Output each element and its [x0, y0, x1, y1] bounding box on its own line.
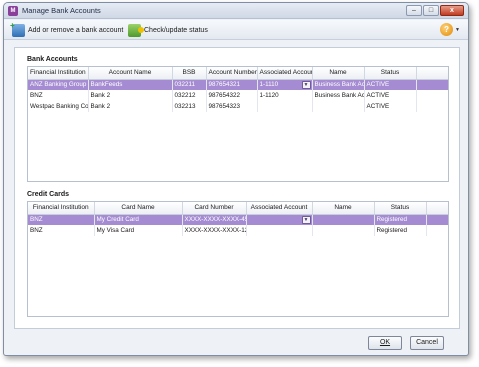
- cell-associated-account[interactable]: 1-1120: [257, 90, 313, 101]
- cell-filler: [416, 79, 448, 90]
- column-header-card-name[interactable]: Card Name: [94, 202, 183, 215]
- check-update-label: Check/update status: [144, 26, 208, 34]
- column-header-filler: [416, 67, 448, 80]
- ok-button-label: OK: [379, 339, 391, 346]
- maximize-button[interactable]: □: [423, 5, 439, 16]
- cell-account-name: Bank 2: [88, 90, 173, 101]
- cell-name: Business Bank Acco: [312, 79, 365, 90]
- cell-account-number: 987654323: [206, 101, 258, 112]
- ok-button[interactable]: OK: [368, 336, 402, 350]
- column-header-filler: [426, 202, 448, 215]
- cell-card-number: XXXX-XXXX-XXXX-1234: [182, 225, 247, 236]
- column-header-associated-account[interactable]: Associated Account: [257, 67, 313, 80]
- cell-card-number: XXXX-XXXX-XXXX-4567: [182, 214, 247, 225]
- toolbar: Add or remove a bank account Check/updat…: [4, 20, 468, 40]
- close-button[interactable]: x: [440, 5, 464, 16]
- cell-name: [312, 214, 375, 225]
- column-header-status[interactable]: Status: [374, 202, 427, 215]
- cell-account-number: 987654321: [206, 79, 258, 90]
- cell-bsb: 032211: [172, 79, 207, 90]
- column-header-financial-institution[interactable]: Financial Institution: [28, 202, 95, 215]
- cell-financial-institution: BNZ: [28, 90, 89, 101]
- cell-associated-account[interactable]: [257, 101, 313, 112]
- chevron-down-icon[interactable]: ▼: [301, 215, 311, 224]
- table-row[interactable]: BNZ My Visa Card XXXX-XXXX-XXXX-1234 Reg…: [28, 225, 448, 236]
- cell-bsb: 032213: [172, 101, 207, 112]
- cell-name: Business Bank Acco: [312, 90, 365, 101]
- add-remove-label: Add or remove a bank account: [28, 26, 124, 34]
- cell-filler: [416, 90, 448, 101]
- cancel-button-label: Cancel: [416, 339, 438, 346]
- cell-associated-account: 1-1110: [259, 81, 279, 89]
- table-row[interactable]: ANZ Banking Group BankFeeds 032211 98765…: [28, 79, 448, 90]
- cell-status: ACTIVE: [364, 90, 417, 101]
- content-panel: Bank Accounts Financial Institution Acco…: [14, 47, 460, 329]
- cell-card-name: My Credit Card: [94, 214, 183, 225]
- title-bar[interactable]: M Manage Bank Accounts – □ x: [4, 3, 468, 19]
- table-row[interactable]: Westpac Banking Corporat Bank 2 032213 9…: [28, 101, 448, 112]
- column-header-account-name[interactable]: Account Name: [88, 67, 173, 80]
- credit-cards-grid[interactable]: Financial Institution Card Name Card Num…: [27, 201, 449, 317]
- column-header-card-number[interactable]: Card Number: [182, 202, 247, 215]
- minimize-button[interactable]: –: [406, 5, 422, 16]
- column-header-bsb[interactable]: BSB: [172, 67, 207, 80]
- column-header-name[interactable]: Name: [312, 67, 365, 80]
- cell-financial-institution: BNZ: [28, 225, 95, 236]
- app-icon: M: [8, 6, 18, 16]
- column-header-status[interactable]: Status: [364, 67, 417, 80]
- chevron-down-icon[interactable]: ▼: [301, 80, 311, 89]
- table-row[interactable]: BNZ Bank 2 032212 987654322 1-1120 Busin…: [28, 90, 448, 101]
- cell-status: Registered: [374, 225, 427, 236]
- help-icon: ?: [440, 23, 454, 36]
- table-row[interactable]: BNZ My Credit Card XXXX-XXXX-XXXX-4567 ▼…: [28, 214, 448, 225]
- column-header-financial-institution[interactable]: Financial Institution: [28, 67, 89, 80]
- check-update-status-button[interactable]: Check/update status: [128, 23, 208, 37]
- cell-financial-institution: ANZ Banking Group: [28, 79, 89, 90]
- status-icon: [128, 23, 144, 37]
- cell-filler: [426, 214, 448, 225]
- cell-account-name: Bank 2: [88, 101, 173, 112]
- column-header-associated-account[interactable]: Associated Account: [246, 202, 313, 215]
- cell-financial-institution: BNZ: [28, 214, 95, 225]
- cell-name: [312, 225, 375, 236]
- cell-bsb: 032212: [172, 90, 207, 101]
- cell-status: ACTIVE: [364, 79, 417, 90]
- cell-account-name: BankFeeds: [88, 79, 173, 90]
- bank-accounts-grid[interactable]: Financial Institution Account Name BSB A…: [27, 66, 449, 182]
- cell-status: ACTIVE: [364, 101, 417, 112]
- cell-filler: [416, 101, 448, 112]
- add-remove-bank-account-button[interactable]: Add or remove a bank account: [10, 21, 124, 37]
- window-title: Manage Bank Accounts: [22, 6, 101, 15]
- chevron-down-icon: ▼: [455, 26, 460, 33]
- associated-account-dropdown[interactable]: 1-1110 ▼: [257, 79, 313, 90]
- cell-status: Registered: [374, 214, 427, 225]
- cell-name: [312, 101, 365, 112]
- bank-account-icon: [10, 21, 25, 37]
- cell-financial-institution: Westpac Banking Corporat: [28, 101, 89, 112]
- window-controls: – □ x: [406, 5, 464, 16]
- associated-account-dropdown[interactable]: ▼: [246, 214, 313, 225]
- manage-bank-accounts-window: M Manage Bank Accounts – □ x Add or remo…: [3, 2, 469, 356]
- cell-card-name: My Visa Card: [94, 225, 183, 236]
- column-header-name[interactable]: Name: [312, 202, 375, 215]
- credit-cards-heading: Credit Cards: [27, 191, 70, 198]
- help-button[interactable]: ? ▼: [440, 23, 460, 36]
- bank-accounts-heading: Bank Accounts: [27, 56, 78, 63]
- cell-account-number: 987654322: [206, 90, 258, 101]
- cell-associated-account[interactable]: [246, 225, 313, 236]
- cancel-button[interactable]: Cancel: [410, 336, 444, 350]
- cell-filler: [426, 225, 448, 236]
- column-header-account-number[interactable]: Account Number: [206, 67, 258, 80]
